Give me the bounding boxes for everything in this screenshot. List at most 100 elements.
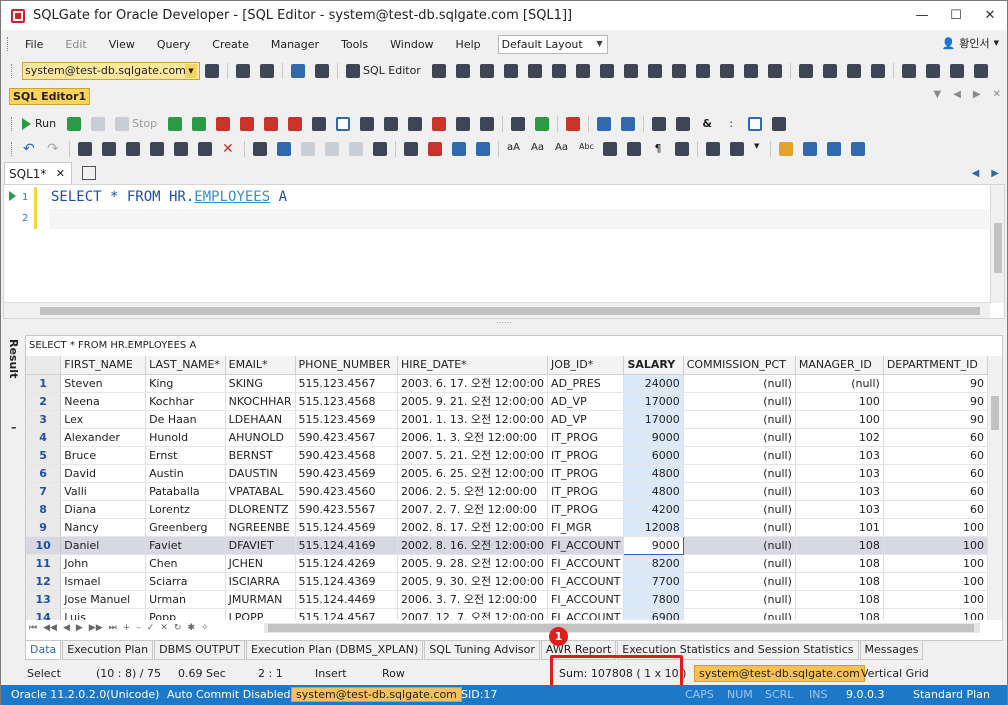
table-cell[interactable]: 60 bbox=[883, 446, 988, 465]
menu-view[interactable]: View bbox=[98, 38, 146, 51]
colon-icon[interactable]: : bbox=[724, 117, 738, 131]
table-cell[interactable]: 4800 bbox=[623, 464, 684, 483]
layout-split-icon[interactable] bbox=[772, 116, 787, 131]
table-row[interactable]: 5 Bruce Ernst BERNST 590.423.4568 2007. 5. 21… bbox=[26, 446, 988, 465]
table-row[interactable]: 9 Nancy Greenberg NGREENBE 515.124.4569 2002.… bbox=[26, 518, 988, 537]
table-cell[interactable]: 60 bbox=[883, 464, 988, 483]
column-header[interactable]: FIRST_NAME bbox=[60, 356, 147, 375]
pilcrow-icon[interactable]: ¶ bbox=[651, 142, 665, 156]
table-cell[interactable]: JCHEN bbox=[225, 554, 296, 573]
table-row[interactable]: 6 David Austin DAUSTIN 590.423.4569 2005. 6. … bbox=[26, 464, 988, 483]
history-icon[interactable] bbox=[676, 116, 691, 131]
column-header[interactable]: DEPARTMENT_ID bbox=[883, 356, 988, 375]
table-cell[interactable]: 60 bbox=[883, 482, 988, 501]
table-cell[interactable]: 590.423.4568 bbox=[295, 446, 398, 465]
table-cell[interactable]: 515.123.4567 bbox=[295, 374, 398, 393]
connection-select[interactable]: system@test-db.sqlgate.com ▼ bbox=[22, 61, 200, 80]
uncomment-icon[interactable] bbox=[428, 141, 442, 156]
table-cell[interactable]: FI_ACCOUNT bbox=[547, 608, 625, 620]
bookmark-icon[interactable] bbox=[373, 141, 387, 156]
table-cell[interactable]: AD_PRES bbox=[547, 374, 625, 393]
tab-messages[interactable]: Messages bbox=[859, 641, 924, 660]
capitalize-icon[interactable]: Aa bbox=[555, 142, 569, 156]
table-cell[interactable]: Lorentz bbox=[145, 500, 226, 519]
row-number[interactable]: 11 bbox=[26, 554, 62, 573]
row-number[interactable]: 14 bbox=[26, 608, 62, 620]
table-cell[interactable]: NKOCHHAR bbox=[225, 392, 296, 411]
table-cell[interactable]: 103 bbox=[795, 482, 884, 501]
help-icon[interactable] bbox=[767, 63, 782, 78]
table-cell[interactable]: 515.124.4269 bbox=[295, 554, 398, 573]
explain-plan-icon[interactable] bbox=[240, 116, 255, 131]
column-header[interactable]: MANAGER_ID bbox=[795, 356, 884, 375]
table-cell[interactable]: 100 bbox=[883, 536, 988, 555]
table-view-icon[interactable] bbox=[312, 116, 327, 131]
database-icon[interactable] bbox=[623, 63, 638, 78]
user-menu[interactable]: 👤 황인서 ▼ bbox=[942, 35, 999, 51]
layout-grid-icon[interactable] bbox=[748, 116, 763, 131]
execute-icon[interactable] bbox=[168, 116, 183, 131]
stop-icon[interactable] bbox=[115, 116, 130, 131]
table-cell[interactable]: Bruce bbox=[60, 446, 147, 465]
table-cell[interactable]: IT_PROG bbox=[547, 482, 625, 501]
menu-create[interactable]: Create bbox=[201, 38, 260, 51]
table-cell[interactable]: John bbox=[60, 554, 147, 573]
table-cell[interactable]: 60 bbox=[883, 500, 988, 519]
format-sql-icon[interactable] bbox=[603, 141, 617, 156]
table-cell[interactable]: 590.423.4569 bbox=[295, 464, 398, 483]
grid-horizontal-scrollbar[interactable] bbox=[264, 623, 980, 633]
monitor-icon[interactable] bbox=[671, 63, 686, 78]
dropdown-icon[interactable]: ▼ bbox=[934, 89, 942, 100]
folder-icon[interactable] bbox=[779, 141, 793, 156]
table-cell[interactable]: Chen bbox=[145, 554, 226, 573]
run-step-icon[interactable] bbox=[67, 116, 82, 131]
tab-sql1[interactable]: SQL1* ✕ bbox=[4, 162, 72, 184]
table-cell[interactable]: Diana bbox=[60, 500, 147, 519]
table-cell[interactable]: (null) bbox=[683, 392, 796, 411]
table-icon[interactable] bbox=[719, 63, 734, 78]
code-icon[interactable] bbox=[706, 141, 720, 156]
table-cell[interactable]: 6900 bbox=[623, 608, 684, 620]
table-cell[interactable]: 590.423.4560 bbox=[295, 482, 398, 501]
execute-all-icon[interactable] bbox=[192, 116, 207, 131]
table-cell[interactable]: Popp bbox=[145, 608, 226, 620]
unplug-icon[interactable] bbox=[260, 63, 274, 78]
table-cell[interactable]: 101 bbox=[795, 518, 884, 537]
run-icon[interactable] bbox=[22, 117, 31, 130]
form-icon[interactable] bbox=[822, 63, 837, 78]
refresh-icon[interactable]: ↻ bbox=[174, 623, 182, 633]
table-cell[interactable]: 2003. 6. 17. 오전 12:00:00 bbox=[397, 374, 549, 393]
table-cell[interactable]: 17000 bbox=[623, 392, 684, 411]
column-header[interactable]: COMMISSION_PCT bbox=[683, 356, 796, 375]
table-cell[interactable]: AHUNOLD bbox=[225, 428, 296, 447]
table-cell[interactable]: 100 bbox=[795, 410, 884, 429]
table-cell[interactable]: (null) bbox=[683, 410, 796, 429]
table-cell[interactable]: LDEHAAN bbox=[225, 410, 296, 429]
tab-dbms-xplan[interactable]: Execution Plan (DBMS_XPLAN) bbox=[245, 641, 424, 660]
confirm-icon[interactable]: ✓ bbox=[147, 623, 155, 633]
table-cell[interactable]: (null) bbox=[795, 374, 884, 393]
row-number[interactable]: 10 bbox=[26, 536, 62, 555]
tab-execution-plan[interactable]: Execution Plan bbox=[62, 641, 154, 660]
export-icon[interactable] bbox=[527, 63, 542, 78]
table-cell[interactable]: 515.123.4569 bbox=[295, 410, 398, 429]
sql-line-1[interactable]: SELECT * FROM HR.EMPLOYEES A bbox=[51, 189, 287, 205]
table-cell[interactable]: FI_ACCOUNT bbox=[547, 590, 625, 609]
save-icon[interactable] bbox=[803, 141, 817, 156]
table-cell[interactable]: 2001. 1. 13. 오전 12:00:00 bbox=[397, 410, 549, 429]
close-icon[interactable]: ✕ bbox=[56, 167, 65, 180]
table-cell[interactable]: (null) bbox=[683, 446, 796, 465]
snippet-icon[interactable] bbox=[730, 141, 744, 156]
table-cell[interactable]: FI_ACCOUNT bbox=[547, 572, 625, 591]
new-query-icon[interactable] bbox=[511, 116, 526, 131]
uppercase-icon[interactable]: aA bbox=[507, 142, 521, 156]
sort-icon[interactable]: ✧ bbox=[201, 623, 209, 633]
table-cell[interactable]: 6000 bbox=[623, 446, 684, 465]
table-cell[interactable]: DLORENTZ bbox=[225, 500, 296, 519]
table-cell[interactable]: King bbox=[145, 374, 226, 393]
execute-line-icon[interactable] bbox=[9, 191, 16, 201]
replace-icon[interactable] bbox=[277, 141, 291, 156]
indent-icon[interactable] bbox=[452, 141, 466, 156]
bracket-icon[interactable] bbox=[566, 116, 581, 131]
plug-icon[interactable] bbox=[236, 63, 250, 78]
